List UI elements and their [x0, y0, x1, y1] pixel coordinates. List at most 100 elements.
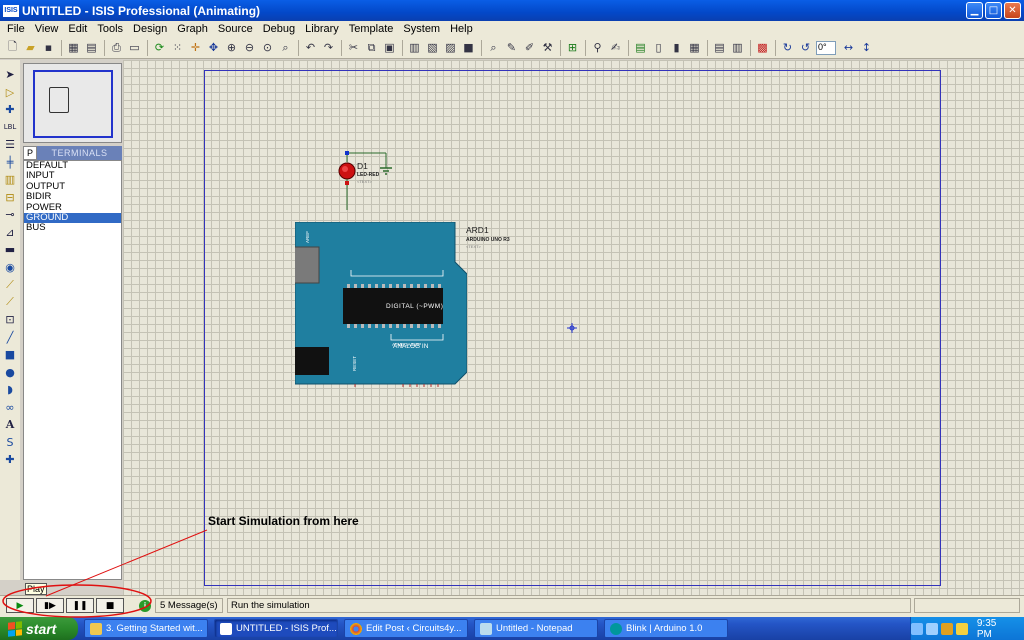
- new-file-icon[interactable]: 🗋: [4, 39, 21, 56]
- block-delete-icon[interactable]: ■: [460, 39, 477, 56]
- task-chrome-edit-post[interactable]: Edit Post ‹ Circuits4y...: [344, 619, 468, 638]
- menu-debug[interactable]: Debug: [258, 23, 300, 35]
- virtual-instruments-icon[interactable]: ⊡: [2, 311, 18, 329]
- generator-icon[interactable]: ◉: [2, 259, 18, 277]
- refresh-icon[interactable]: ⟳: [151, 39, 168, 56]
- copy-icon[interactable]: ⧉: [363, 39, 380, 56]
- subcircuit-icon[interactable]: ▥: [2, 171, 18, 189]
- buses-icon[interactable]: ╪: [2, 154, 18, 172]
- wire-label-icon[interactable]: LBL: [2, 119, 18, 137]
- menu-template[interactable]: Template: [344, 23, 399, 35]
- menu-tools[interactable]: Tools: [92, 23, 128, 35]
- terminal-item-bus[interactable]: BUS: [24, 222, 121, 233]
- rotation-angle-input[interactable]: 0°: [816, 40, 836, 55]
- pan-icon[interactable]: ✥: [205, 39, 222, 56]
- path-icon[interactable]: ∞: [2, 399, 18, 417]
- graph-icon[interactable]: ⊿: [2, 224, 18, 242]
- menu-source[interactable]: Source: [213, 23, 258, 35]
- block-move-icon[interactable]: ▧: [424, 39, 441, 56]
- start-button[interactable]: start: [0, 617, 78, 640]
- block-copy-icon[interactable]: ▥: [406, 39, 423, 56]
- undo-icon[interactable]: ↶: [302, 39, 319, 56]
- component-mode-icon[interactable]: ▷: [2, 84, 18, 102]
- text-icon[interactable]: A: [2, 416, 18, 434]
- exit-to-parent-icon[interactable]: ▮: [668, 39, 685, 56]
- task-notepad[interactable]: Untitled - Notepad: [474, 619, 598, 638]
- marker-icon[interactable]: ✚: [2, 451, 18, 469]
- zoom-in-icon[interactable]: ⊕: [223, 39, 240, 56]
- print-icon[interactable]: ⎙: [108, 39, 125, 56]
- arc-icon[interactable]: ◗: [2, 381, 18, 399]
- voltage-probe-icon[interactable]: ⟋: [2, 276, 18, 294]
- wire-autorouter-icon[interactable]: ⊞: [564, 39, 581, 56]
- mirror-vertical-icon[interactable]: ↕: [858, 39, 875, 56]
- pick-device-icon[interactable]: ⌕: [485, 39, 502, 56]
- netlist-icon[interactable]: ▤: [711, 39, 728, 56]
- grid-toggle-icon[interactable]: ⁙: [169, 39, 186, 56]
- overview-window[interactable]: [23, 63, 122, 143]
- property-assign-icon[interactable]: ✍: [607, 39, 624, 56]
- redo-icon[interactable]: ↷: [320, 39, 337, 56]
- device-pins-icon[interactable]: ⊸: [2, 206, 18, 224]
- terminals-icon[interactable]: ⊟: [2, 189, 18, 207]
- alert-icon[interactable]: [955, 622, 968, 635]
- menu-view[interactable]: View: [30, 23, 64, 35]
- menu-graph[interactable]: Graph: [172, 23, 213, 35]
- security-icon[interactable]: [940, 622, 953, 635]
- paste-icon[interactable]: ▣: [381, 39, 398, 56]
- close-button[interactable]: ✕: [1004, 2, 1021, 19]
- menu-system[interactable]: System: [398, 23, 445, 35]
- mirror-horizontal-icon[interactable]: ↔: [840, 39, 857, 56]
- network-icon[interactable]: [910, 622, 923, 635]
- print-area-icon[interactable]: ▭: [126, 39, 143, 56]
- zoom-all-icon[interactable]: ⊙: [259, 39, 276, 56]
- menu-file[interactable]: File: [2, 23, 30, 35]
- new-sheet-icon[interactable]: ▤: [632, 39, 649, 56]
- tape-recorder-icon[interactable]: ▬: [2, 241, 18, 259]
- cut-icon[interactable]: ✂: [345, 39, 362, 56]
- volume-icon[interactable]: [925, 622, 938, 635]
- symbol-icon[interactable]: S: [2, 434, 18, 452]
- menu-help[interactable]: Help: [445, 23, 478, 35]
- led-d1[interactable]: [328, 150, 408, 220]
- decompose-icon[interactable]: ⚒: [539, 39, 556, 56]
- folder-icon: [90, 622, 102, 635]
- remove-sheet-icon[interactable]: ▯: [650, 39, 667, 56]
- maximize-button[interactable]: □: [985, 2, 1002, 19]
- junction-dot-icon[interactable]: ✚: [2, 101, 18, 119]
- rotate-clockwise-icon[interactable]: ↻: [779, 39, 796, 56]
- block-rotate-icon[interactable]: ▨: [442, 39, 459, 56]
- current-probe-icon[interactable]: ⟋: [2, 294, 18, 312]
- ares-icon[interactable]: ▩: [754, 39, 771, 56]
- task-isis[interactable]: UNTITLED - ISIS Prof...: [214, 619, 338, 638]
- overview-viewport[interactable]: [33, 70, 113, 138]
- task-arduino[interactable]: Blink | Arduino 1.0: [604, 619, 728, 638]
- selection-mode-icon[interactable]: ➤: [2, 66, 18, 84]
- import-icon[interactable]: ▦: [65, 39, 82, 56]
- save-file-icon[interactable]: ▪: [40, 39, 57, 56]
- pick-button[interactable]: P: [23, 146, 37, 160]
- menu-library[interactable]: Library: [300, 23, 344, 35]
- export-icon[interactable]: ▤: [83, 39, 100, 56]
- open-file-icon[interactable]: ▰: [22, 39, 39, 56]
- minimize-button[interactable]: ▁: [966, 2, 983, 19]
- packaging-tool-icon[interactable]: ✐: [521, 39, 538, 56]
- terminal-item-bidir[interactable]: BIDIR: [24, 191, 121, 202]
- origin-icon[interactable]: ✛: [187, 39, 204, 56]
- search-tag-icon[interactable]: ⚲: [589, 39, 606, 56]
- task-getting-started[interactable]: 3. Getting Started wit...: [84, 619, 208, 638]
- rotate-anticlockwise-icon[interactable]: ↺: [797, 39, 814, 56]
- bom-icon[interactable]: ▦: [686, 39, 703, 56]
- circle-icon[interactable]: ●: [2, 364, 18, 382]
- zoom-out-icon[interactable]: ⊖: [241, 39, 258, 56]
- text-script-icon[interactable]: ☰: [2, 136, 18, 154]
- line-icon[interactable]: ╱: [2, 329, 18, 347]
- make-device-icon[interactable]: ✎: [503, 39, 520, 56]
- menu-design[interactable]: Design: [128, 23, 172, 35]
- box-icon[interactable]: ■: [2, 346, 18, 364]
- main-toolbar: 🗋 ▰ ▪ ▦ ▤ ⎙ ▭ ⟳ ⁙ ✛ ✥ ⊕ ⊖ ⊙ ⌕ ↶ ↷ ✂ ⧉ ▣ …: [0, 37, 1024, 59]
- electrical-check-icon[interactable]: ▥: [729, 39, 746, 56]
- isis-app-icon: ISIS: [3, 4, 19, 17]
- menu-edit[interactable]: Edit: [63, 23, 92, 35]
- zoom-area-icon[interactable]: ⌕: [277, 39, 294, 56]
